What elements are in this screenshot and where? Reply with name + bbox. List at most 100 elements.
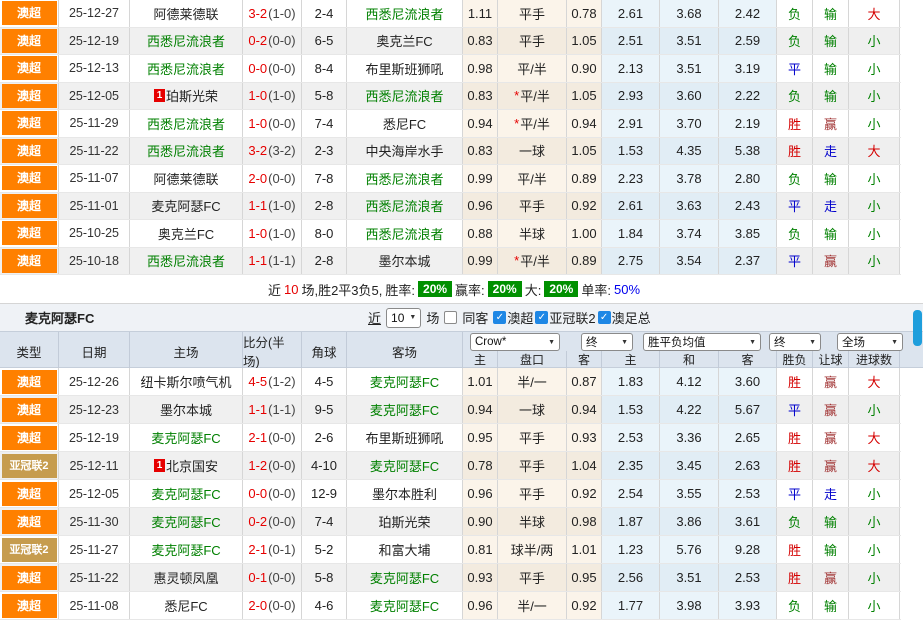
odds-draw: 3.36 <box>660 424 719 451</box>
full-time-score: 0-0 <box>248 486 267 501</box>
result-handicap: 输 <box>813 536 849 563</box>
odds-home: 2.23 <box>602 165 660 192</box>
result-goals: 大 <box>849 0 900 27</box>
full-time-score: 3-2 <box>248 143 267 158</box>
league-badge: 澳超 <box>2 221 57 245</box>
odds-draw: 4.35 <box>660 138 719 165</box>
match-row: 澳超25-12-19西悉尼流浪者0-2(0-0)6-5奥克兰FC0.83平手1.… <box>0 28 901 56</box>
odds-home: 2.54 <box>602 480 660 507</box>
home-team: 墨尔本城 <box>130 396 243 423</box>
result-handicap: 赢 <box>813 248 849 275</box>
league-cell: 亚冠联2 <box>0 536 59 563</box>
match-row: 澳超25-11-30麦克阿瑟FC0-2(0-0)7-4珀斯光荣0.90半球0.9… <box>0 508 901 536</box>
handicap-text: 半球 <box>519 224 545 243</box>
ah-home-odds: 0.94 <box>463 396 498 423</box>
games-count-select[interactable]: 10▼ <box>386 308 421 328</box>
odds-column-label: 胜负 <box>777 351 813 368</box>
handicap-text: 平手 <box>519 4 545 23</box>
match-row: 澳超25-12-26纽卡斯尔喷气机4-5(1-2)4-5麦克阿瑟FC1.01半/… <box>0 368 901 396</box>
home-team-name: 北京国安 <box>166 456 218 475</box>
match-row: 澳超25-11-29西悉尼流浪者1-0(0-0)7-4悉尼FC0.94*平/半0… <box>0 110 901 138</box>
score-cell: 3-2(1-0) <box>243 0 302 27</box>
odds-time-select[interactable]: 终▼ <box>581 333 633 351</box>
handicap-rate-badge: 20% <box>488 281 522 297</box>
match-date: 25-10-25 <box>59 220 130 247</box>
odds-draw: 3.63 <box>660 193 719 220</box>
league-badge: 澳超 <box>2 482 57 506</box>
ah-home-odds: 0.90 <box>463 508 498 535</box>
ah-away-odds: 1.05 <box>567 28 602 55</box>
odds-home: 2.53 <box>602 424 660 451</box>
home-team: 麦克阿瑟FC <box>130 536 243 563</box>
odds-away: 3.61 <box>719 508 777 535</box>
league-badge: 澳超 <box>2 249 57 273</box>
match-row: 亚冠联225-11-27麦克阿瑟FC2-1(0-1)5-2和富大埔0.81球半/… <box>0 536 901 564</box>
same-away-checkbox[interactable] <box>444 311 457 324</box>
handicap-line: 平手 <box>498 564 567 591</box>
league-badge: 澳超 <box>2 398 57 422</box>
odds-away: 2.53 <box>719 480 777 507</box>
result-goals: 大 <box>849 424 900 451</box>
league-filter-checkbox[interactable]: ✓ <box>598 311 611 324</box>
league-filters: ✓澳超✓亚冠联2✓澳足总 <box>493 308 650 327</box>
half-time-score: (0-0) <box>268 171 295 186</box>
result-goals: 大 <box>849 452 900 479</box>
match-row: 澳超25-10-25奥克兰FC1-0(1-0)8-0西悉尼流浪者0.88半球1.… <box>0 220 901 248</box>
league-cell: 亚冠联2 <box>0 452 59 479</box>
odds-away: 2.43 <box>719 193 777 220</box>
odds-home: 2.75 <box>602 248 660 275</box>
result-handicap: 输 <box>813 0 849 27</box>
result-goals: 小 <box>849 480 900 507</box>
away-team-name: 西悉尼流浪者 <box>365 196 443 215</box>
league-filter-checkbox[interactable]: ✓ <box>535 311 548 324</box>
result-handicap: 走 <box>813 138 849 165</box>
handicap-line: 平手 <box>498 193 567 220</box>
handicap-text: 平手 <box>519 196 545 215</box>
avg-time-select[interactable]: 终▼ <box>769 333 821 351</box>
match-row: 澳超25-11-22惠灵顿凤凰0-1(0-0)5-8麦克阿瑟FC0.93平手0.… <box>0 564 901 592</box>
odds-column-label: 和 <box>660 351 719 368</box>
ah-away-odds: 0.89 <box>567 165 602 192</box>
ah-home-odds: 0.83 <box>463 83 498 110</box>
handicap-line: 平/半 <box>498 165 567 192</box>
odds-away: 2.65 <box>719 424 777 451</box>
home-team-name: 麦克阿瑟FC <box>151 540 220 559</box>
result-wdl: 平 <box>777 55 813 82</box>
match-row: 澳超25-11-07阿德莱德联2-0(0-0)7-8西悉尼流浪者0.99平/半0… <box>0 165 901 193</box>
score-cell: 1-1(1-1) <box>243 248 302 275</box>
scrollbar-thumb[interactable] <box>913 310 922 346</box>
ah-home-odds: 0.99 <box>463 248 498 275</box>
select-value: Crow* <box>475 336 506 348</box>
home-team: 阿德莱德联 <box>130 165 243 192</box>
league-cell: 澳超 <box>0 396 59 423</box>
ah-away-odds: 0.92 <box>567 480 602 507</box>
score-cell: 3-2(3-2) <box>243 138 302 165</box>
games-count-value: 10 <box>391 311 404 325</box>
league-filter-checkbox[interactable]: ✓ <box>493 311 506 324</box>
win-rate-label: 胜率: <box>385 280 415 299</box>
ah-away-odds: 0.98 <box>567 508 602 535</box>
score-cell: 1-1(1-0) <box>243 193 302 220</box>
half-time-score: (0-0) <box>268 486 295 501</box>
odds-column-label: 进球数 <box>849 351 900 368</box>
score-cell: 1-2(0-0) <box>243 452 302 479</box>
odds-away: 2.80 <box>719 165 777 192</box>
away-team: 奥克兰FC <box>347 28 463 55</box>
star-marker: * <box>514 116 519 131</box>
odds-away: 3.19 <box>719 55 777 82</box>
select-value: 胜平负均值 <box>648 334 706 350</box>
score-cell: 0-0(0-0) <box>243 480 302 507</box>
period-select[interactable]: 全场▼ <box>837 333 903 351</box>
handicap-line: *平/半 <box>498 83 567 110</box>
team-matches-table: 澳超25-12-26纽卡斯尔喷气机4-5(1-2)4-5麦克阿瑟FC1.01半/… <box>0 368 923 620</box>
odds-company-select[interactable]: Crow*▼ <box>470 333 560 351</box>
ah-home-odds: 0.96 <box>463 480 498 507</box>
column-header-label: 角球 <box>302 332 347 370</box>
handicap-text: 平/半 <box>517 169 547 188</box>
odds-draw: 5.76 <box>660 536 719 563</box>
match-date: 25-12-05 <box>59 480 130 507</box>
away-team: 麦克阿瑟FC <box>347 368 463 395</box>
near-link[interactable]: 近 <box>368 308 381 327</box>
avg-odds-select[interactable]: 胜平负均值▼ <box>643 333 761 351</box>
corners: 7-4 <box>302 508 347 535</box>
